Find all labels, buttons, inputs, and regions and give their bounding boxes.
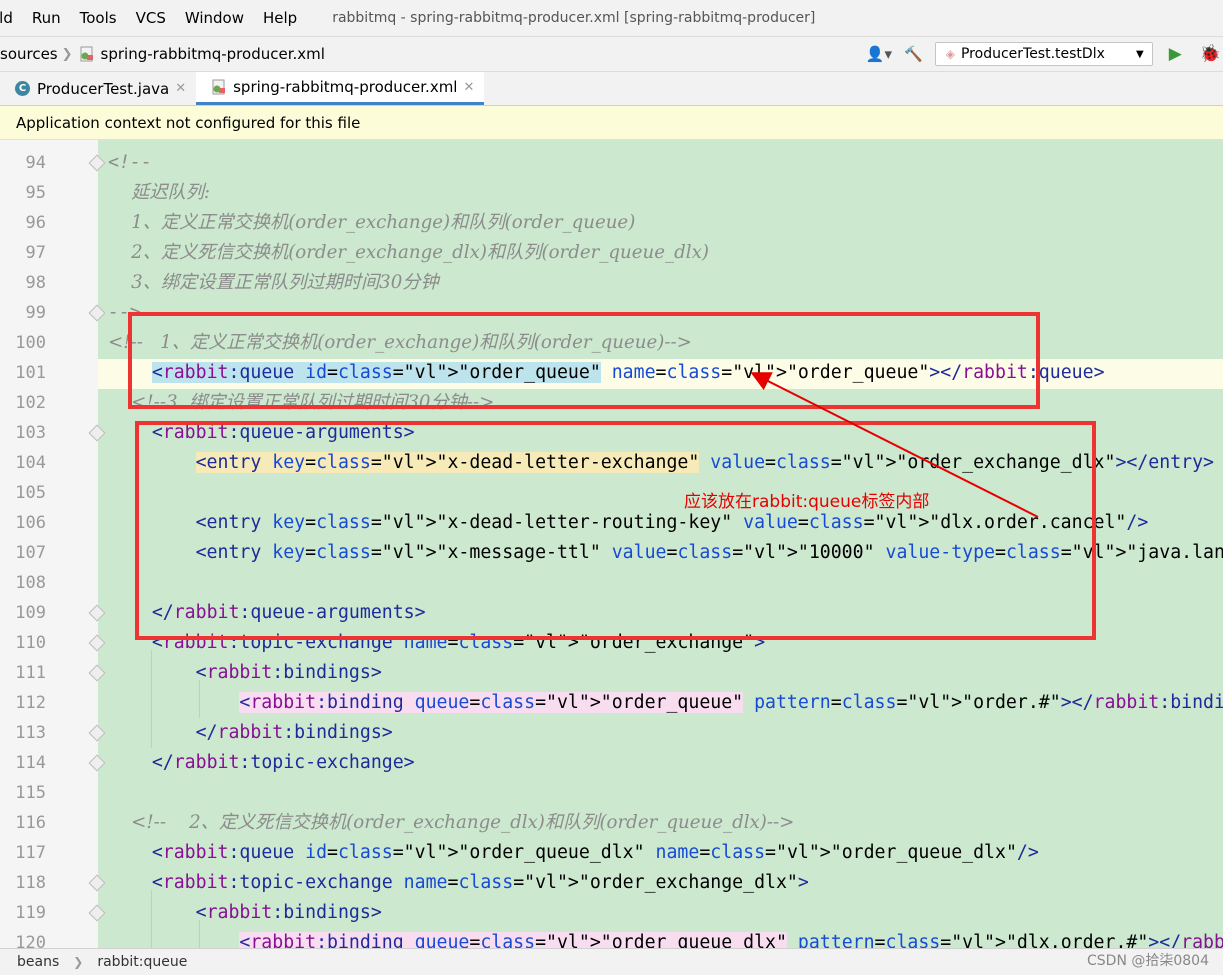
run-configuration-label: ProducerTest.testDlx xyxy=(960,46,1105,62)
annotation-note: 应该放在rabbit:queue标签内部 xyxy=(684,492,930,512)
menu-tools[interactable]: Tools xyxy=(80,9,117,27)
info-banner-message: Application context not configured for t… xyxy=(16,113,361,132)
menu-window[interactable]: Window xyxy=(185,9,244,27)
debug-icon[interactable]: 🐞 xyxy=(1200,44,1221,64)
editor-tabs: C ProducerTest.java ✕ spring-rabbitmq-pr… xyxy=(0,72,1223,106)
java-class-icon: C xyxy=(15,81,30,96)
status-crumb-beans[interactable]: beans xyxy=(17,954,59,970)
test-config-icon: ◈ xyxy=(945,47,955,61)
watermark: CSDN @拾柒0804 xyxy=(1087,953,1209,969)
code-editor[interactable]: 94 <!-- 95 延迟队列: 96 1、定义正常交换机(order_exch… xyxy=(0,140,1223,948)
close-icon[interactable]: ✕ xyxy=(175,81,186,96)
annotation-arrow-icon xyxy=(750,372,1039,518)
chevron-right-icon: ❯ xyxy=(73,955,84,969)
close-icon[interactable]: ✕ xyxy=(463,80,474,95)
window-title: rabbitmq - spring-rabbitmq-producer.xml … xyxy=(332,10,816,26)
tab-producer-test[interactable]: C ProducerTest.java ✕ xyxy=(0,72,196,105)
tab-spring-rabbitmq-producer[interactable]: spring-rabbitmq-producer.xml ✕ xyxy=(196,72,485,105)
breadcrumb-resources[interactable]: sources xyxy=(0,45,58,63)
info-banner: Application context not configured for t… xyxy=(0,106,1223,140)
toolbar-right: 👤▾ 🔨 ◈ ProducerTest.testDlx ▼ ▶ 🐞 xyxy=(866,37,1223,71)
menu-run[interactable]: Run xyxy=(32,9,61,27)
tab-label: spring-rabbitmq-producer.xml xyxy=(233,78,458,96)
tab-label: ProducerTest.java xyxy=(37,79,170,98)
status-crumb-queue[interactable]: rabbit:queue xyxy=(97,954,187,970)
breadcrumb-file[interactable]: spring-rabbitmq-producer.xml xyxy=(101,45,325,63)
chevron-right-icon: ❯ xyxy=(61,46,73,62)
navigation-bar: sources ❯ spring-rabbitmq-producer.xml 👤… xyxy=(0,36,1223,72)
menu-bar: ild Run Tools VCS Window Help rabbitmq -… xyxy=(0,0,1223,36)
run-icon[interactable]: ▶ xyxy=(1169,44,1182,64)
xml-file-icon xyxy=(212,79,226,95)
hammer-icon[interactable]: 🔨 xyxy=(904,45,923,63)
menu-vcs[interactable]: VCS xyxy=(136,9,166,27)
menu-help[interactable]: Help xyxy=(263,9,297,27)
run-configuration-select[interactable]: ◈ ProducerTest.testDlx ▼ xyxy=(934,42,1153,66)
caret-down-icon: ▼ xyxy=(1136,48,1144,60)
user-icon[interactable]: 👤▾ xyxy=(866,45,892,63)
xml-file-icon xyxy=(80,46,93,62)
status-bar: beans ❯ rabbit:queue xyxy=(0,948,1223,975)
menu-build[interactable]: ild xyxy=(0,9,13,27)
